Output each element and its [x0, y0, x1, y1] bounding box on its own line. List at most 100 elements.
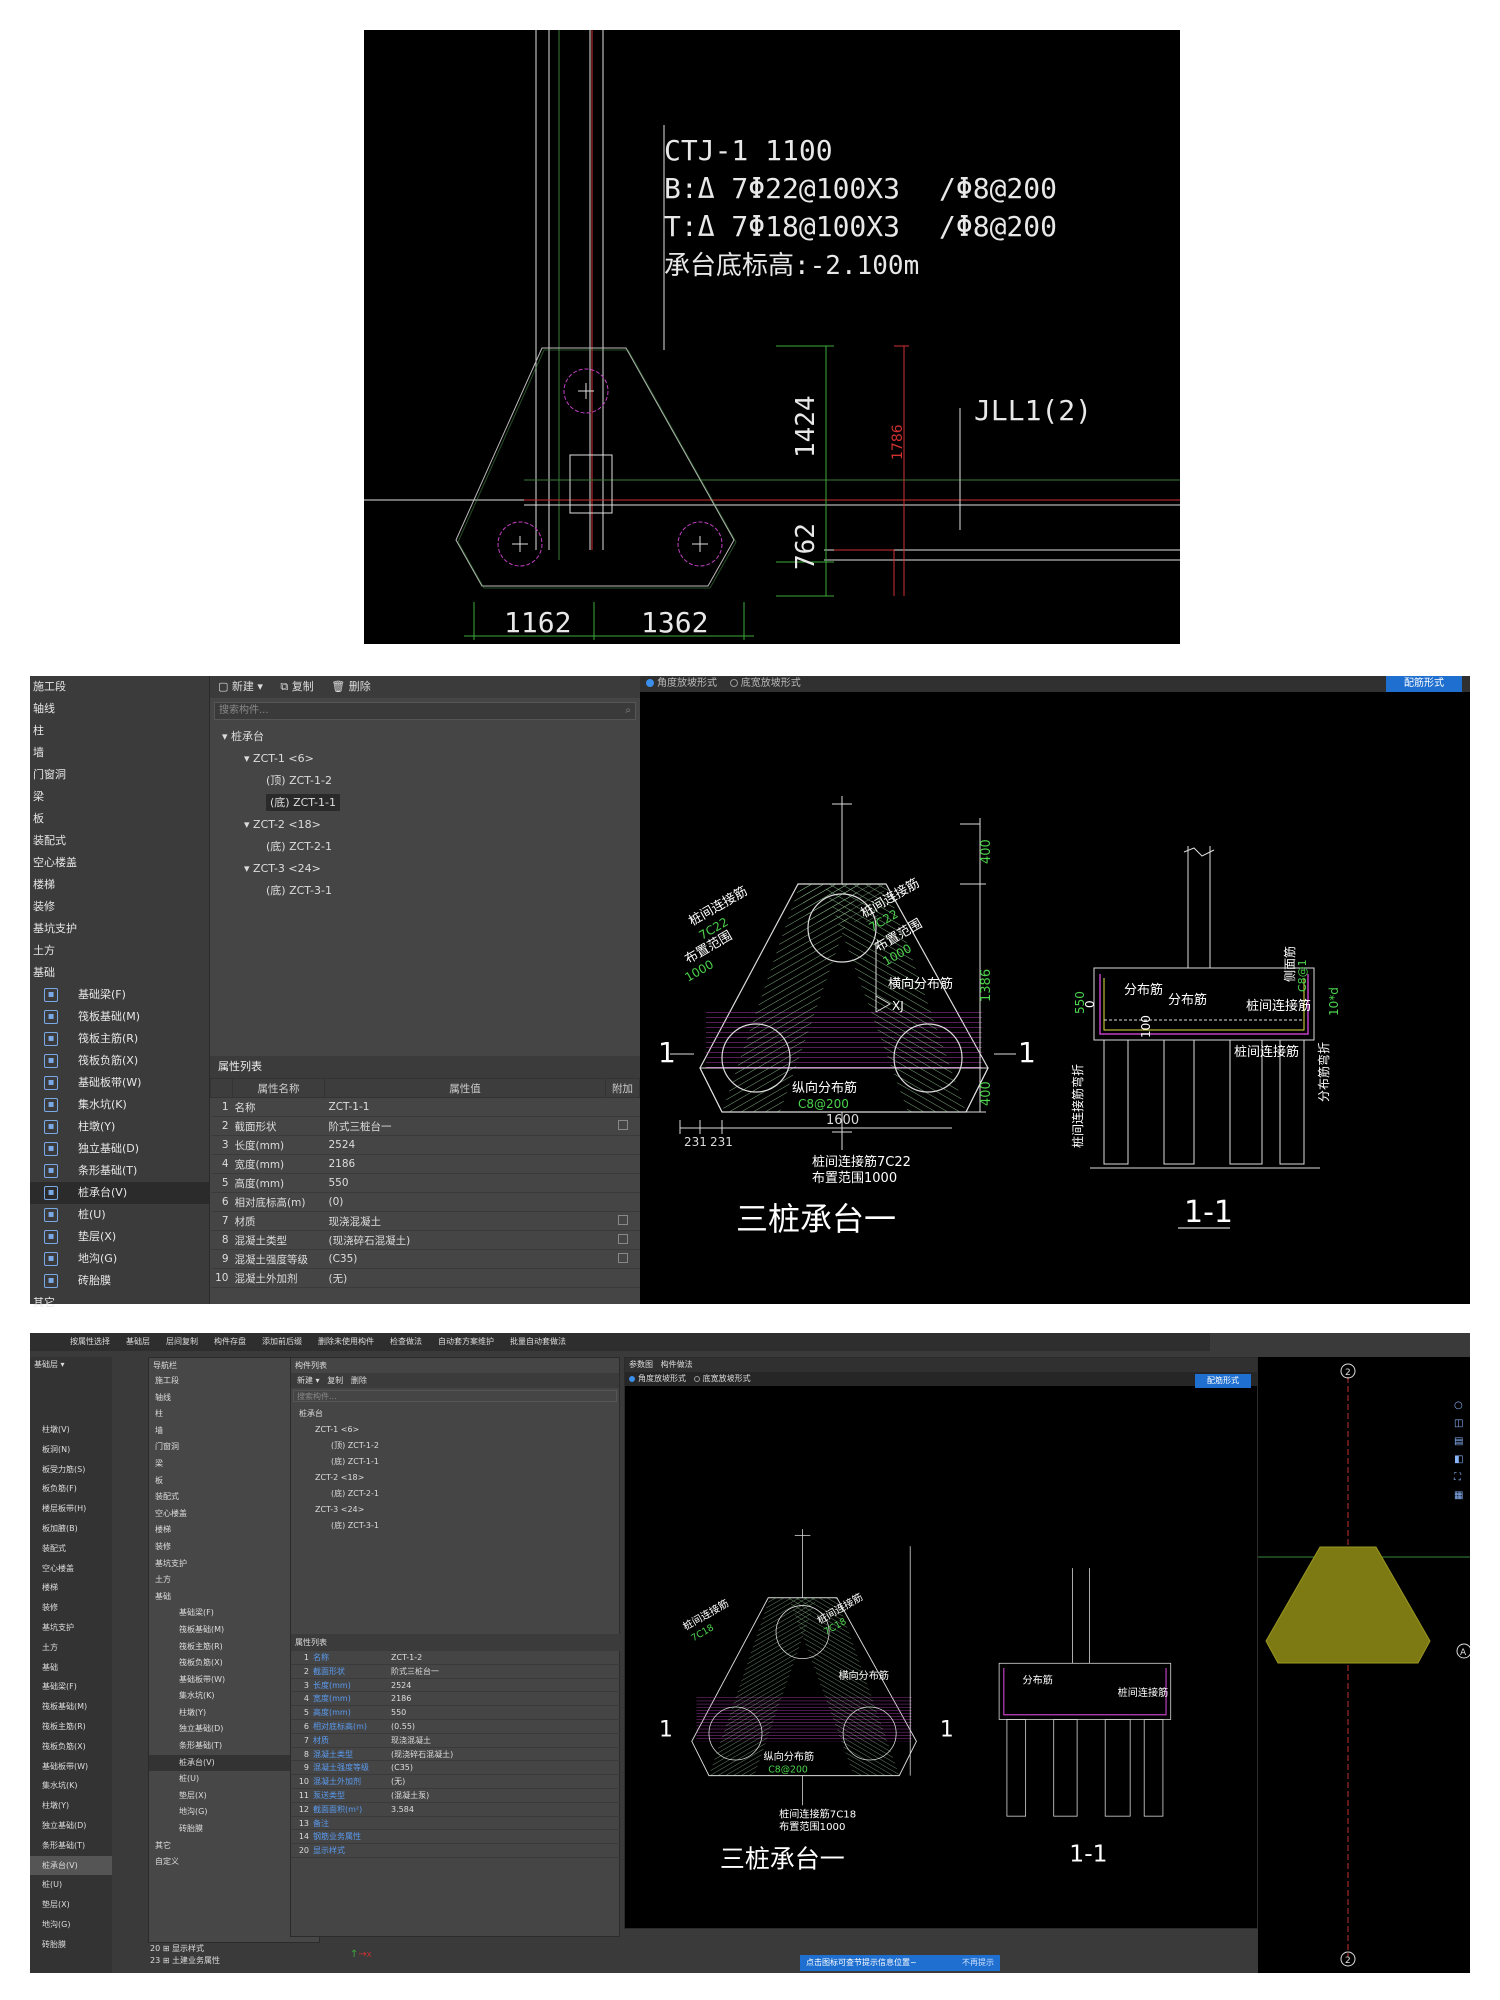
- property-row[interactable]: 5 高度(mm) 550: [210, 1173, 640, 1193]
- left-nav-item[interactable]: 垫层(X): [30, 1895, 112, 1915]
- prop-value-bottom[interactable]: 3.584: [391, 1805, 414, 1814]
- property-row[interactable]: 1 名称 ZCT-1-1: [210, 1097, 640, 1117]
- nav-subitem[interactable]: ▪ 垫层(X): [30, 1226, 209, 1248]
- extra-checkbox[interactable]: [617, 1119, 628, 1130]
- nav-item[interactable]: 装修: [30, 896, 209, 918]
- left-nav-item[interactable]: 板受力筋(S): [30, 1460, 112, 1480]
- property-row-bottom[interactable]: 13 备注: [291, 1817, 621, 1831]
- property-row[interactable]: 7 材质 现浇混凝土: [210, 1211, 640, 1231]
- nav-subitem[interactable]: ▪ 砖胎膜: [30, 1270, 209, 1292]
- property-value[interactable]: 现浇混凝土: [324, 1211, 606, 1231]
- left-nav-item[interactable]: 基础梁(F): [30, 1677, 112, 1697]
- property-value[interactable]: ZCT-1-1: [324, 1097, 606, 1117]
- nav-item[interactable]: 空心楼盖: [30, 852, 209, 874]
- property-row-bottom[interactable]: 1 名称 ZCT-1-2: [291, 1651, 621, 1665]
- prop-value-bottom[interactable]: 2524: [391, 1681, 411, 1690]
- new-button[interactable]: ▢ 新建 ▾: [218, 680, 263, 693]
- nav-subitem[interactable]: ▪ 桩承台(V): [30, 1182, 209, 1204]
- left-nav-item[interactable]: 土方: [30, 1638, 112, 1658]
- prop-value-bottom[interactable]: 现浇混凝土: [391, 1736, 431, 1745]
- nav-subitem[interactable]: ▪ 独立基础(D): [30, 1138, 209, 1160]
- left-nav-item[interactable]: 砖胎膜: [30, 1935, 112, 1955]
- nav-subitem[interactable]: ▪ 基础梁(F): [30, 984, 209, 1006]
- zoom-icon[interactable]: ▤: [1454, 1433, 1468, 1451]
- tab-component-method[interactable]: 构件做法: [661, 1360, 693, 1369]
- nav-subitem[interactable]: ▪ 筏板负筋(X): [30, 1050, 209, 1072]
- property-row-bottom[interactable]: 2 截面形状 阶式三桩台一: [291, 1665, 621, 1679]
- property-value[interactable]: 阶式三桩台一: [324, 1116, 606, 1136]
- tree-node-bottom[interactable]: (底) ZCT-2-1: [291, 1486, 619, 1502]
- property-value[interactable]: (0): [324, 1192, 606, 1212]
- nav-subitem[interactable]: ▪ 桩(U): [30, 1204, 209, 1226]
- nav-item[interactable]: 柱: [30, 720, 209, 742]
- radio-angle-slope[interactable]: 角度放坡形式: [646, 678, 717, 689]
- copy-button[interactable]: ⧉ 复制: [280, 680, 313, 693]
- main-cad-viewport[interactable]: 2 2 A ○ ◫ ▤ ◧ ⛶ ▦: [1258, 1357, 1472, 1973]
- layer-icon[interactable]: ▦: [1454, 1487, 1468, 1505]
- left-nav-item[interactable]: 基础板带(W): [30, 1757, 112, 1777]
- copy-button-bottom[interactable]: 复制: [327, 1376, 343, 1385]
- left-nav-item[interactable]: 筏板主筋(R): [30, 1717, 112, 1737]
- tree-node-bottom[interactable]: 桩承台: [291, 1406, 619, 1422]
- ribbon-item[interactable]: 按属性选择: [70, 1337, 110, 1346]
- property-row[interactable]: 2 截面形状 阶式三桩台一: [210, 1116, 640, 1136]
- left-nav-item[interactable]: 柱墩(V): [30, 1420, 112, 1440]
- tree-node-bottom[interactable]: ZCT-2 <18>: [291, 1470, 619, 1486]
- property-value[interactable]: 2524: [324, 1135, 606, 1155]
- nav-item[interactable]: 轴线: [30, 698, 209, 720]
- left-nav-item[interactable]: 独立基础(D): [30, 1816, 112, 1836]
- prop-value-bottom[interactable]: (0.55): [391, 1722, 415, 1731]
- property-row-bottom[interactable]: 11 泵送类型 (混凝土泵): [291, 1789, 621, 1803]
- ribbon-item[interactable]: 基础层: [126, 1337, 150, 1346]
- tree-node[interactable]: ▾ ZCT-2 <18>: [210, 814, 640, 836]
- nav-subitem[interactable]: ▪ 条形基础(T): [30, 1160, 209, 1182]
- left-nav-item[interactable]: 基坑支护: [30, 1618, 112, 1638]
- orbit-icon[interactable]: ○: [1454, 1397, 1468, 1415]
- fit-icon[interactable]: ⛶: [1454, 1469, 1468, 1487]
- prop-value-bottom[interactable]: 2186: [391, 1694, 411, 1703]
- pan-icon[interactable]: ◫: [1454, 1415, 1468, 1433]
- nav-item[interactable]: 基础: [30, 962, 209, 984]
- ribbon-item[interactable]: 删除未使用构件: [318, 1337, 374, 1346]
- nav-subitem[interactable]: ▪ 集水坑(K): [30, 1094, 209, 1116]
- component-search-input[interactable]: 搜索构件... ⌕: [214, 702, 636, 720]
- pile-cap-3d-shape[interactable]: [1265, 1546, 1431, 1664]
- property-row-bottom[interactable]: 5 高度(mm) 550: [291, 1706, 621, 1720]
- search-input-bottom[interactable]: 搜索构件...: [293, 1390, 617, 1402]
- ribbon-item[interactable]: 层间复制: [166, 1337, 198, 1346]
- nav-item[interactable]: 楼梯: [30, 874, 209, 896]
- property-row-bottom[interactable]: 9 混凝土强度等级 (C35): [291, 1761, 621, 1776]
- property-row-bottom[interactable]: 4 宽度(mm) 2186: [291, 1692, 621, 1707]
- prop-value-bottom[interactable]: (现浇碎石混凝土): [391, 1750, 453, 1759]
- property-row[interactable]: 8 混凝土类型 (现浇碎石混凝土): [210, 1230, 640, 1250]
- level-select[interactable]: 基础层 ▾: [30, 1357, 112, 1372]
- left-nav-item[interactable]: 基础: [30, 1658, 112, 1678]
- cad-plan-view[interactable]: CTJ-1 1100 B:Δ 7Φ22@100X3 /Φ8@200 T:Δ 7Φ…: [364, 30, 1180, 644]
- property-value[interactable]: 2186: [324, 1154, 606, 1174]
- nav-item[interactable]: 装配式: [30, 830, 209, 852]
- tree-node[interactable]: ▾ ZCT-1 <6>: [210, 748, 640, 770]
- tree-node[interactable]: (底) ZCT-2-1: [210, 836, 640, 858]
- property-row[interactable]: 4 宽度(mm) 2186: [210, 1154, 640, 1174]
- prop-value-bottom[interactable]: (C35): [391, 1763, 413, 1772]
- delete-button[interactable]: 🗑 删除: [331, 680, 370, 693]
- prop-value-bottom[interactable]: 阶式三桩台一: [391, 1667, 439, 1676]
- left-nav-item[interactable]: 板洞(N): [30, 1440, 112, 1460]
- rebar-form-button[interactable]: 配筋形式: [1386, 676, 1462, 692]
- left-nav-item[interactable]: 装配式: [30, 1539, 112, 1559]
- property-row-bottom[interactable]: 14 钢筋业务属性: [291, 1830, 621, 1845]
- property-row[interactable]: 9 混凝土强度等级 (C35): [210, 1249, 640, 1269]
- dismiss-tip-button[interactable]: 不再提示: [962, 1955, 994, 1971]
- tree-node-bottom[interactable]: (底) ZCT-3-1: [291, 1518, 619, 1534]
- tree-node[interactable]: (底) ZCT-1-1: [210, 792, 640, 814]
- left-nav-item[interactable]: 条形基础(T): [30, 1836, 112, 1856]
- cube-icon[interactable]: ◧: [1454, 1451, 1468, 1469]
- rebar-form-button-bottom[interactable]: 配筋形式: [1195, 1374, 1251, 1388]
- ribbon-item[interactable]: 添加前后缀: [262, 1337, 302, 1346]
- tab-param-diagram[interactable]: 参数图: [629, 1360, 653, 1369]
- nav-subitem[interactable]: ▪ 地沟(G): [30, 1248, 209, 1270]
- property-row[interactable]: 3 长度(mm) 2524: [210, 1135, 640, 1155]
- nav-subitem[interactable]: ▪ 基础板带(W): [30, 1072, 209, 1094]
- nav-item[interactable]: 梁: [30, 786, 209, 808]
- tree-node-bottom[interactable]: ZCT-3 <24>: [291, 1502, 619, 1518]
